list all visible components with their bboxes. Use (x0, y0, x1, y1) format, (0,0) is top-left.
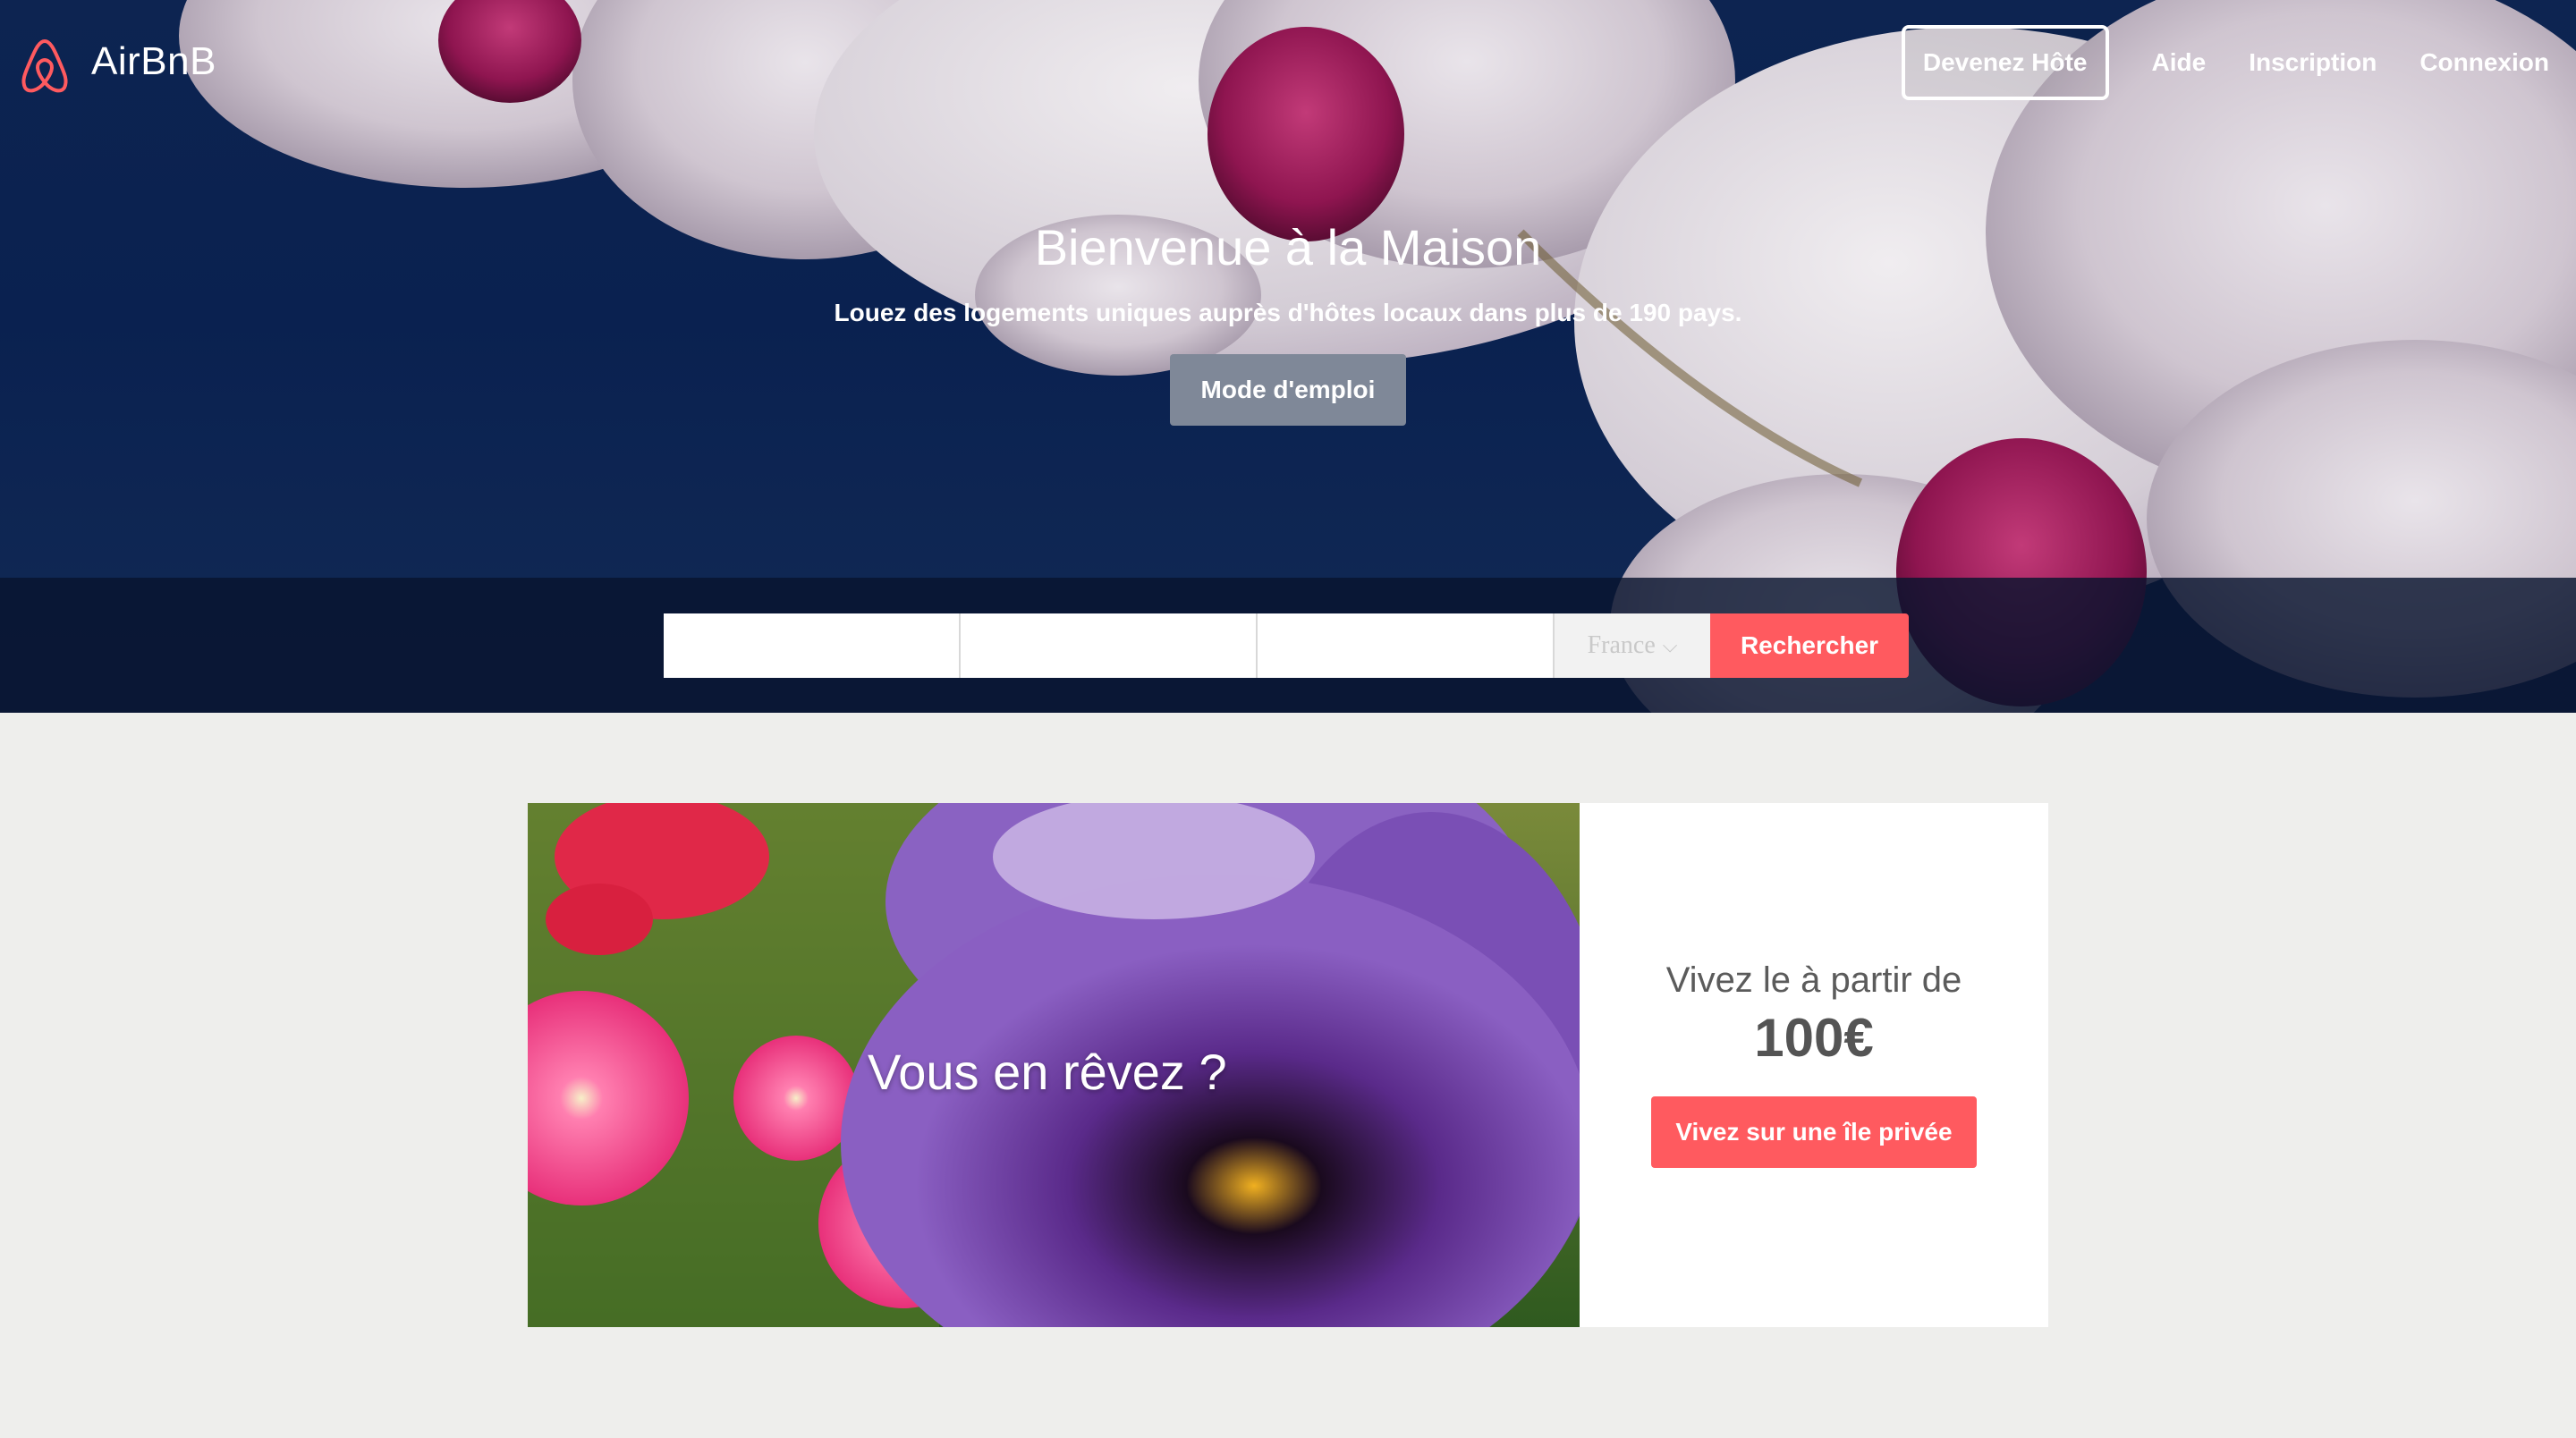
search-button[interactable]: Rechercher (1710, 613, 1909, 678)
price-value: 100€ (1754, 1008, 1874, 1068)
hero-title: Bienvenue à la Maison (1034, 219, 1542, 275)
nav-help-link[interactable]: Aide (2152, 48, 2207, 77)
search-bar: France ⌵ Rechercher (664, 613, 1909, 678)
country-select[interactable]: France ⌵ (1555, 613, 1710, 678)
promo-card: Vivez le à partir de 100€ Vivez sur une … (1580, 803, 2048, 1327)
brand-logo[interactable]: AirBnB (18, 34, 216, 97)
chevron-down-icon: ⌵ (1662, 634, 1678, 656)
become-host-button[interactable]: Devenez Hôte (1901, 25, 2109, 100)
airbnb-belo-icon (21, 38, 68, 93)
promo-image: Vous en rêvez ? (528, 803, 1580, 1327)
promo-caption: Vous en rêvez ? (868, 1044, 1227, 1100)
search-input-1[interactable] (664, 613, 961, 678)
hero-section: AirBnB Devenez Hôte Aide Inscription Con… (0, 0, 2576, 713)
private-island-button[interactable]: Vivez sur une île privée (1651, 1096, 1977, 1168)
country-select-value: France (1587, 631, 1656, 659)
search-input-3[interactable] (1258, 613, 1555, 678)
hero-subtitle: Louez des logements uniques auprès d'hôt… (834, 299, 1742, 326)
top-nav: Devenez Hôte Aide Inscription Connexion (1901, 25, 2549, 100)
how-it-works-button[interactable]: Mode d'emploi (1170, 354, 1406, 426)
nav-login-link[interactable]: Connexion (2419, 48, 2549, 77)
price-lead-text: Vivez le à partir de (1665, 960, 1962, 1000)
search-input-2[interactable] (961, 613, 1258, 678)
brand-name: AirBnB (91, 39, 216, 83)
nav-signup-link[interactable]: Inscription (2249, 48, 2377, 77)
